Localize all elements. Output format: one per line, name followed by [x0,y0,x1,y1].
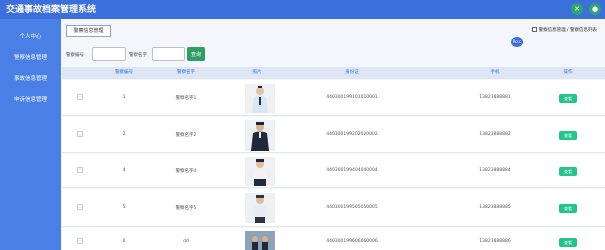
id-card: 440300199404040004 [326,168,378,173]
search-label-police-name: 警察名字 [129,53,147,58]
table-row: 4 警察名字4 440300199404040004 13823888884 查… [62,154,605,188]
breadcrumb-item[interactable]: 警察信息管理 [539,28,566,33]
main-content: 警察信息管理 警察信息管理 / 警察信息列表 Ro.c 警察编号 警察名字 查询… [61,19,605,250]
row-checkbox[interactable] [77,204,83,210]
police-photo [245,120,275,151]
breadcrumb: 警察信息管理 / 警察信息列表 [531,27,597,33]
police-name: 警察名字5 [175,206,197,211]
app-title: 交通事故档案管理系统 [6,5,97,15]
breadcrumb-item: 警察信息列表 [570,28,597,33]
phone: 13823888885 [479,205,511,210]
user-icon[interactable]: ● [589,3,601,15]
phone: 13823888884 [479,168,511,173]
table-row: 6 dd 440300199606060006 13823888886 查看 [62,228,605,250]
id-card: 440300199505050005 [326,205,378,210]
police-photo [245,193,275,223]
view-button[interactable]: 查看 [559,131,577,140]
column-header: 照片 [252,70,262,75]
row-checkbox[interactable] [77,167,83,173]
column-header: 警察名字 [177,70,195,75]
tab-police-info[interactable]: 警察信息管理 [66,25,111,37]
search-label-police-id: 警察编号 [66,53,84,58]
police-id: 4 [122,168,126,173]
police-photo [245,157,275,186]
police-id: 6 [122,239,126,244]
police-id: 5 [122,205,126,210]
view-button[interactable]: 查看 [559,167,577,176]
police-name: 警察名字2 [175,133,197,138]
column-header: 警察编号 [115,70,133,75]
sidebar-item-accident-info[interactable]: 事故信息管理 [0,72,61,86]
sidebar-item-personal-center[interactable]: 个人中心 [0,30,61,44]
avatar: Ro.c [511,37,523,47]
sidebar: 个人中心 警察信息管理 事故信息管理 申诉信息管理 [0,19,61,250]
phone: 13823888882 [479,132,511,137]
police-name: dd [183,239,189,244]
home-icon [531,27,537,32]
row-checkbox[interactable] [77,238,83,244]
table-row: 2 警察名字2 440300199202020002 13823888882 查… [62,117,605,153]
sidebar-item-appeal-info[interactable]: 申诉信息管理 [0,93,61,107]
phone: 13823888881 [479,95,511,100]
id-card: 440300199101010001 [326,95,378,100]
police-name: 警察名字1 [175,96,197,101]
police-id-input[interactable] [92,47,126,61]
table-header: 警察编号 警察名字 照片 身份证 手机 操作 [62,67,605,79]
close-icon[interactable]: ✕ [571,3,583,15]
column-header: 手机 [490,70,500,75]
police-id: 1 [122,95,126,100]
column-header: 身份证 [345,70,359,75]
id-card: 440300199202020002 [326,132,378,137]
view-button[interactable]: 查看 [559,238,577,247]
top-bar: 交通事故档案管理系统 ✕ ● [0,0,605,19]
phone: 13823888886 [479,239,511,244]
view-button[interactable]: 查看 [559,94,577,103]
police-photo [245,231,275,250]
police-id: 2 [122,132,126,137]
search-button[interactable]: 查询 [187,47,205,61]
row-checkbox[interactable] [77,94,83,100]
table-row: 5 警察名字5 440300199505050005 13823888885 查… [62,189,605,227]
police-name: 警察名字4 [175,169,197,174]
table-row: 1 警察名字1 440300199101010001 13823888881 查… [62,80,605,116]
row-checkbox[interactable] [77,131,83,137]
sidebar-item-police-info[interactable]: 警察信息管理 [0,51,61,65]
id-card: 440300199606060006 [326,239,378,244]
police-name-input[interactable] [152,47,185,61]
view-button[interactable]: 查看 [559,204,577,213]
column-header: 操作 [563,70,573,75]
police-photo [245,84,275,113]
